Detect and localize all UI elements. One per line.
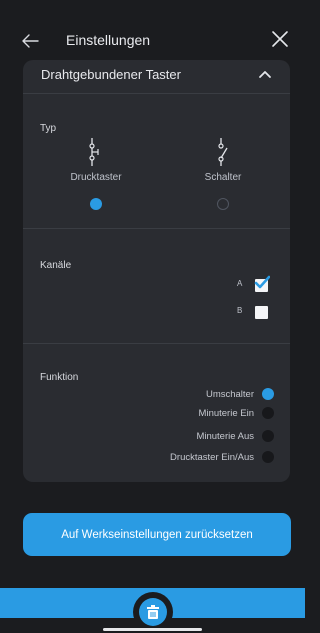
type-radio-drucktaster[interactable]	[90, 197, 102, 215]
push-button-symbol-icon	[89, 138, 99, 166]
type-section-label: Typ	[40, 123, 57, 134]
trash-icon	[147, 605, 159, 619]
delete-button-inner	[139, 598, 167, 626]
function-option-drucktaster-ein-aus[interactable]: Drucktaster Ein/Aus	[170, 450, 274, 464]
radio-selected	[262, 388, 274, 400]
radio-unselected	[217, 198, 229, 210]
radio-unselected	[262, 430, 274, 442]
type-option-schalter[interactable]: Schalter	[178, 138, 268, 183]
radio-unselected	[262, 407, 274, 419]
type-option-drucktaster[interactable]: Drucktaster	[51, 138, 141, 183]
channel-a-label: A	[237, 279, 243, 288]
divider	[23, 228, 290, 229]
radio-unselected	[262, 451, 274, 463]
top-bar: Einstellungen	[0, 0, 305, 60]
function-option-label: Drucktaster Ein/Aus	[170, 451, 254, 463]
checkmark-icon	[254, 275, 270, 289]
function-section-label: Funktion	[40, 372, 79, 383]
function-option-label: Minuterie Aus	[196, 430, 254, 442]
page-title: Einstellungen	[66, 32, 151, 48]
close-icon[interactable]	[271, 30, 289, 48]
function-option-label: Umschalter	[205, 388, 254, 400]
channel-b-checkbox[interactable]	[255, 306, 268, 319]
arrow-left-icon[interactable]	[20, 32, 40, 50]
type-option-label: Schalter	[204, 172, 242, 183]
type-radio-schalter[interactable]	[217, 197, 229, 215]
radio-selected	[90, 198, 102, 210]
home-indicator	[103, 628, 202, 631]
function-option-minuterie-ein[interactable]: Minuterie Ein	[199, 406, 274, 420]
divider	[23, 343, 290, 344]
divider	[23, 93, 290, 94]
channel-b-label: B	[237, 306, 243, 315]
settings-card: Drahtgebundener Taster Typ Drucktaster S…	[23, 60, 290, 482]
type-option-label: Drucktaster	[70, 172, 122, 183]
card-header-toggle[interactable]: Drahtgebundener Taster	[23, 60, 290, 92]
delete-button[interactable]	[133, 592, 173, 632]
channels-section-label: Kanäle	[40, 260, 72, 271]
channel-a-checkbox[interactable]	[254, 275, 270, 292]
function-option-label: Minuterie Ein	[198, 407, 254, 419]
function-option-umschalter[interactable]: Umschalter	[206, 387, 274, 401]
switch-symbol-icon	[218, 138, 228, 166]
reset-to-factory-button[interactable]: Auf Werkseinstellungen zurücksetzen	[23, 513, 291, 556]
card-title: Drahtgebundener Taster	[41, 67, 181, 82]
function-option-minuterie-aus[interactable]: Minuterie Aus	[196, 429, 274, 443]
chevron-up-icon[interactable]	[258, 69, 272, 79]
